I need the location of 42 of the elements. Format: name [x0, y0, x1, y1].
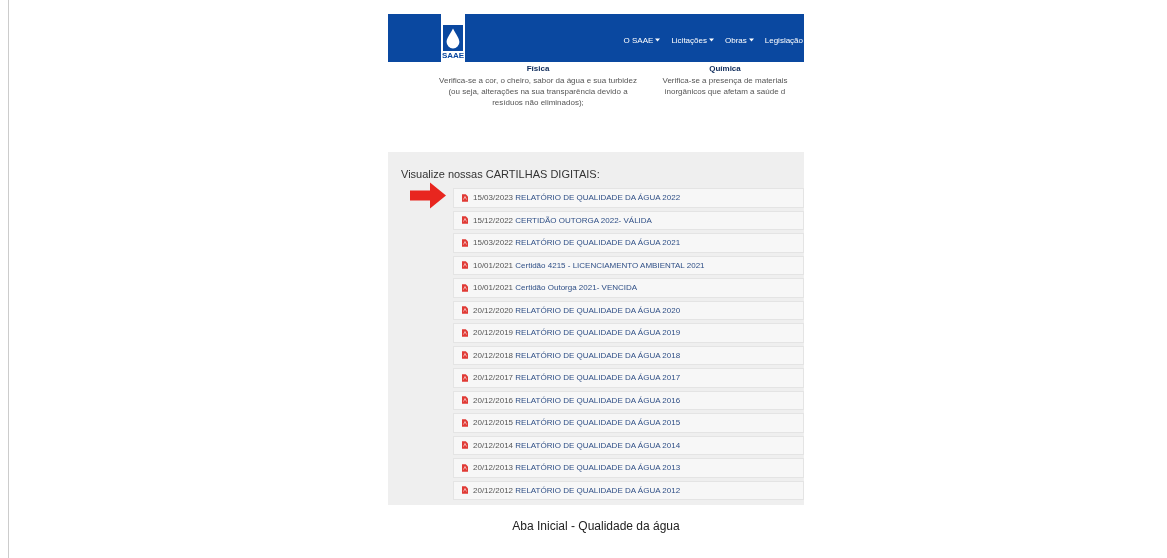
pdf-file-icon	[462, 283, 468, 292]
document-link[interactable]: 15/12/2022 CERTIDÃO OUTORGA 2022- VÁLIDA	[453, 210, 804, 230]
analysis-description: Verifica-se a cor, o cheiro, sabor da água e sua turbidez (ou seja, alterações na sua transparência devido a resíduos não eliminados);	[438, 75, 638, 108]
caret-icon	[748, 38, 754, 42]
caret-icon	[708, 38, 714, 42]
document-link[interactable]: 20/12/2012 RELATÓRIO DE QUALIDADE DA ÁGUA 2012	[453, 480, 804, 500]
nav-menu-item[interactable]: Legislação	[764, 35, 804, 45]
document-link[interactable]: 20/12/2013 RELATÓRIO DE QUALIDADE DA ÁGUA 2013	[453, 458, 804, 478]
analysis-title: Química	[708, 64, 742, 73]
caret-icon	[655, 38, 661, 42]
pdf-file-icon	[462, 193, 468, 202]
section-title: Visualize nossas CARTILHAS DIGITAIS:	[401, 168, 601, 180]
pdf-file-icon	[462, 373, 468, 382]
pdf-file-icon	[462, 396, 468, 405]
pdf-file-icon	[462, 238, 468, 247]
analysis-description: Verifica-se a presença de materiais inorgânicos que afetam a saúde d	[661, 75, 789, 97]
document-link[interactable]: 15/03/2022 RELATÓRIO DE QUALIDADE DA ÁGUA 2021	[453, 233, 804, 253]
pdf-file-icon	[462, 216, 468, 225]
pdf-file-icon	[462, 486, 468, 495]
document-link[interactable]: 20/12/2014 RELATÓRIO DE QUALIDADE DA ÁGUA 2014	[453, 435, 804, 455]
document-link[interactable]: 20/12/2017 RELATÓRIO DE QUALIDADE DA ÁGUA 2017	[453, 368, 804, 388]
document-link[interactable]: 15/03/2023 RELATÓRIO DE QUALIDADE DA ÁGUA 2022	[453, 188, 804, 208]
pdf-file-icon	[462, 463, 468, 472]
document-link[interactable]: 20/12/2016 RELATÓRIO DE QUALIDADE DA ÁGUA 2016	[453, 390, 804, 410]
analysis-title: Física	[525, 64, 551, 73]
document-link[interactable]: 20/12/2018 RELATÓRIO DE QUALIDADE DA ÁGUA 2018	[453, 345, 804, 365]
nav-menu-item[interactable]: O SAAE	[623, 35, 661, 45]
nav-menu-item[interactable]: Licitações	[671, 35, 714, 45]
figure-caption: Aba Inicial - Qualidade da água	[511, 519, 681, 533]
pdf-file-icon	[462, 418, 468, 427]
document-link[interactable]: 10/01/2021 Certidão Outorga 2021- VENCIDA	[453, 278, 804, 298]
document-link[interactable]: 20/12/2019 RELATÓRIO DE QUALIDADE DA ÁGUA 2019	[453, 323, 804, 343]
document-link[interactable]: 20/12/2015 RELATÓRIO DE QUALIDADE DA ÁGUA 2015	[453, 413, 804, 433]
document-link[interactable]: 10/01/2021 Certidão 4215 - LICENCIAMENTO AMBIENTAL 2021	[453, 255, 804, 275]
pdf-file-icon	[462, 261, 468, 270]
document-link[interactable]: 20/12/2020 RELATÓRIO DE QUALIDADE DA ÁGUA 2020	[453, 300, 804, 320]
pdf-file-icon	[462, 351, 468, 360]
pdf-file-icon	[462, 306, 468, 315]
pdf-file-icon	[462, 328, 468, 337]
logo-text: SAAE	[441, 51, 465, 60]
pdf-file-icon	[462, 441, 468, 450]
nav-menu-item[interactable]: Obras	[724, 35, 754, 45]
